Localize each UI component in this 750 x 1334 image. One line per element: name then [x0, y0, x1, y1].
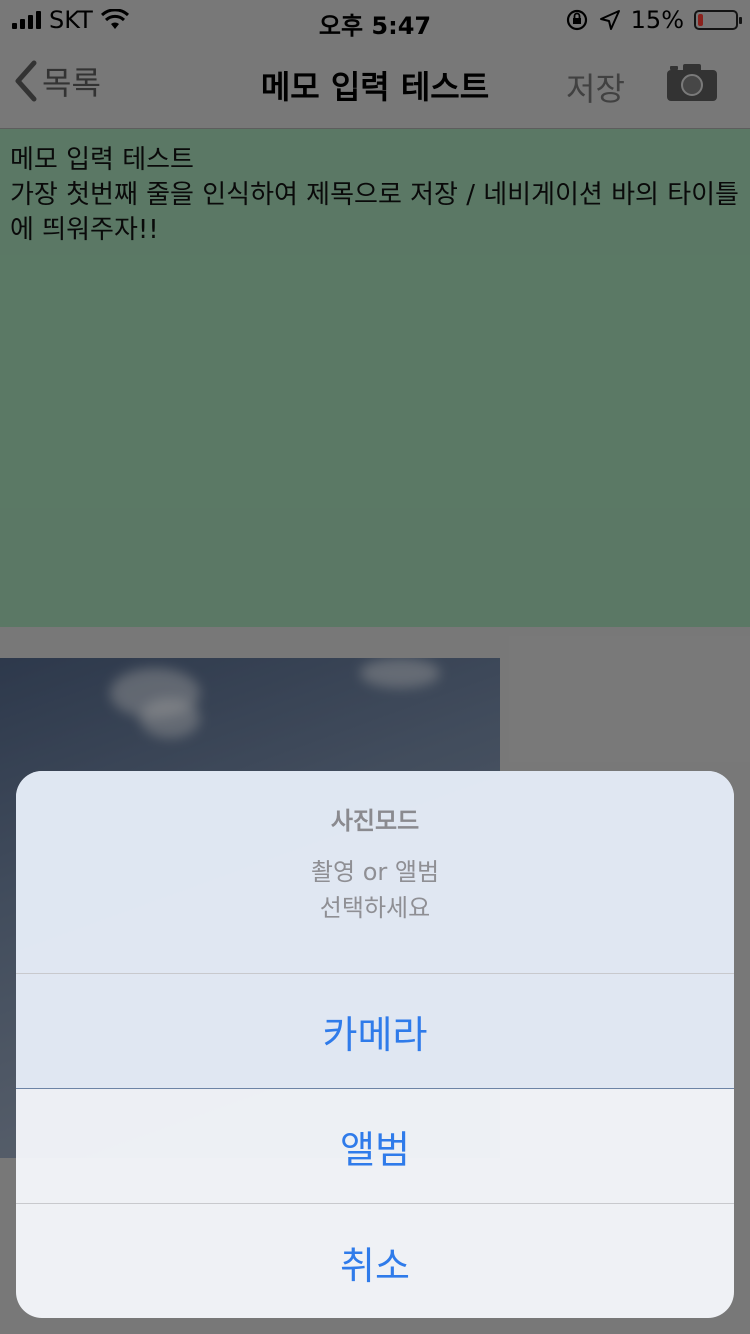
message-line: 촬영 or 앨범 — [310, 858, 440, 886]
action-sheet-message: 촬영 or 앨범 선택하세요 — [16, 854, 734, 926]
message-line: 선택하세요 — [319, 894, 431, 922]
action-sheet-header: 사진모드 촬영 or 앨범 선택하세요 — [16, 771, 734, 974]
action-sheet: 사진모드 촬영 or 앨범 선택하세요 카메라 앨범 취소 — [16, 771, 734, 1318]
action-sheet-title: 사진모드 — [330, 807, 420, 835]
camera-action-button[interactable]: 카메라 — [16, 974, 734, 1089]
album-action-button[interactable]: 앨범 — [16, 1089, 734, 1204]
cancel-button[interactable]: 취소 — [16, 1204, 734, 1318]
